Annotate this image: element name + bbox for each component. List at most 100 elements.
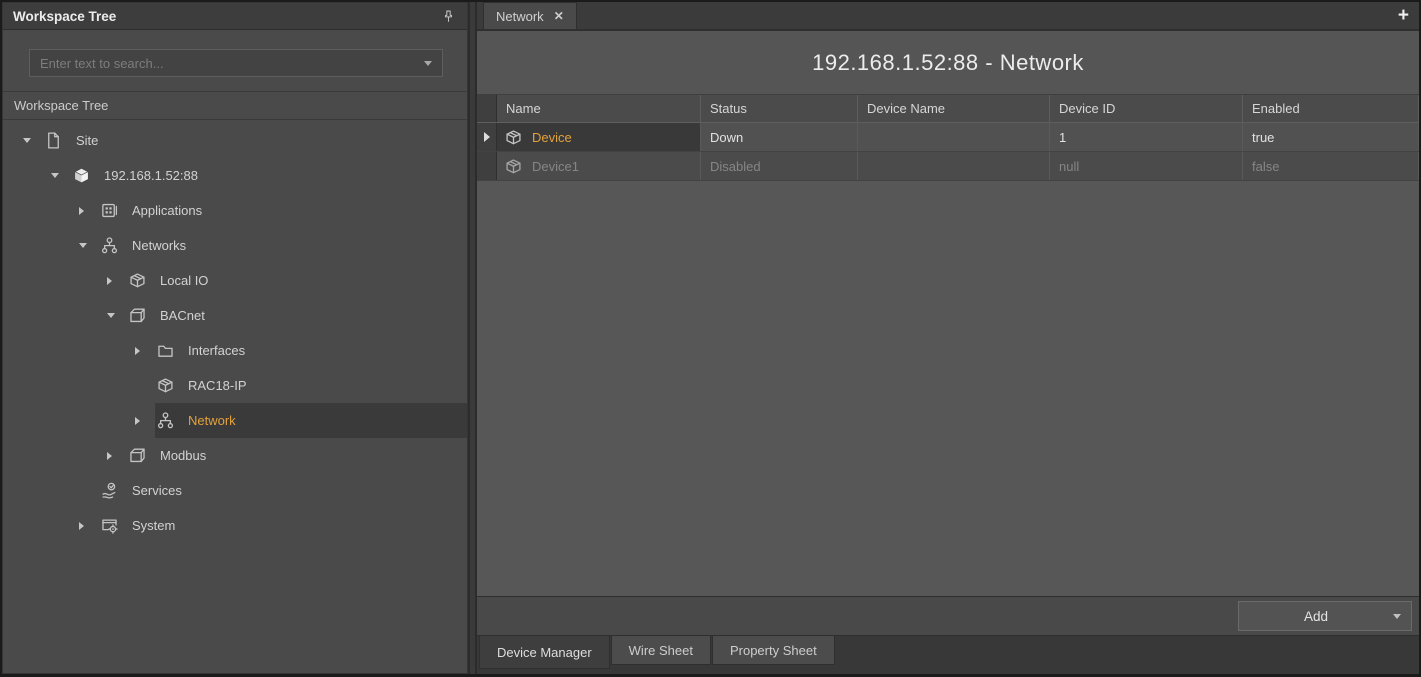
tree-item-bacnet[interactable]: BACnet: [3, 298, 467, 333]
close-icon[interactable]: ✕: [554, 10, 564, 22]
new-tab-button[interactable]: +: [1398, 6, 1409, 25]
tree-item-content[interactable]: Modbus: [127, 438, 467, 473]
view-tab-wire-sheet[interactable]: Wire Sheet: [611, 636, 711, 665]
system-icon: [99, 516, 119, 536]
expand-arrow-icon[interactable]: [101, 298, 127, 333]
add-button-label: Add: [1239, 609, 1393, 624]
device-icon: [155, 376, 175, 396]
tree-item-rac18-ip[interactable]: RAC18-IP: [3, 368, 467, 403]
view-tab-strip: Device ManagerWire SheetProperty Sheet: [477, 636, 1419, 674]
tree-item-label: Interfaces: [188, 343, 245, 358]
tree-item-content[interactable]: 192.168.1.52:88: [71, 158, 467, 193]
tree-item-label: RAC18-IP: [188, 378, 247, 393]
expand-arrow-icon[interactable]: [129, 333, 155, 368]
cell-device-name[interactable]: [858, 152, 1050, 180]
cell-device-id[interactable]: 1: [1050, 123, 1243, 151]
expand-arrow-icon[interactable]: [129, 403, 155, 438]
expand-arrow-icon[interactable]: [101, 438, 127, 473]
tree-item-content[interactable]: BACnet: [127, 298, 467, 333]
table-row-device[interactable]: Device Down 1true: [477, 123, 1419, 152]
network-icon: [99, 236, 119, 256]
tree-item-local-io[interactable]: Local IO: [3, 263, 467, 298]
workspace-tree-header: Workspace Tree: [3, 3, 467, 30]
current-row-indicator-icon: [477, 123, 497, 151]
expand-arrow-icon[interactable]: [73, 228, 99, 263]
search-input[interactable]: [40, 56, 424, 71]
tree-item-networks[interactable]: Networks: [3, 228, 467, 263]
tree-item-content[interactable]: Site: [43, 123, 467, 158]
document-icon: [43, 131, 63, 151]
search-box[interactable]: [29, 49, 443, 77]
folder-icon: [155, 341, 175, 361]
tree-item-content[interactable]: RAC18-IP: [155, 368, 467, 403]
cell-name[interactable]: Device1: [497, 152, 701, 180]
tree-item-192-168-1-52-88[interactable]: 192.168.1.52:88: [3, 158, 467, 193]
tree-item-content[interactable]: Interfaces: [155, 333, 467, 368]
tree-item-content[interactable]: System: [99, 508, 467, 543]
tree-item-site[interactable]: Site: [3, 123, 467, 158]
grid-action-bar: Add: [477, 597, 1419, 636]
expand-arrow-icon[interactable]: [101, 263, 127, 298]
tree-item-content[interactable]: Services: [99, 473, 467, 508]
column-header-device-id[interactable]: Device ID: [1050, 95, 1243, 122]
column-header-device-name[interactable]: Device Name: [858, 95, 1050, 122]
page-title: 192.168.1.52:88 - Network: [812, 50, 1084, 76]
applications-icon: [99, 201, 119, 221]
workspace-tree: Site 192.168.1.52:88ApplicationsNetworks L…: [3, 120, 467, 673]
tree-item-label: Local IO: [160, 273, 208, 288]
protocol-icon: [127, 446, 147, 466]
tree-item-content[interactable]: Networks: [99, 228, 467, 263]
cell-name[interactable]: Device: [497, 123, 701, 151]
chevron-down-icon[interactable]: [424, 61, 432, 66]
tree-item-content[interactable]: Applications: [99, 193, 467, 228]
no-expand-spacer: [73, 473, 99, 508]
tree-item-content[interactable]: Network: [155, 403, 467, 438]
tree-item-label: Services: [132, 483, 182, 498]
table-row-device1[interactable]: Device1Disabled nullfalse: [477, 152, 1419, 181]
tree-item-applications[interactable]: Applications: [3, 193, 467, 228]
tree-item-label: Modbus: [160, 448, 206, 463]
tree-item-modbus[interactable]: Modbus: [3, 438, 467, 473]
tab-network[interactable]: Network✕: [483, 2, 577, 29]
column-header-name[interactable]: Name: [497, 95, 701, 122]
no-expand-spacer: [129, 368, 155, 403]
cell-status[interactable]: Down: [701, 123, 858, 151]
cell-enabled[interactable]: false: [1243, 152, 1419, 180]
expand-arrow-icon[interactable]: [17, 123, 43, 158]
expand-arrow-icon[interactable]: [73, 508, 99, 543]
network-icon: [155, 411, 175, 431]
device-grid: NameStatusDevice NameDevice IDEnabled De…: [477, 94, 1419, 597]
tree-item-interfaces[interactable]: Interfaces: [3, 333, 467, 368]
view-tab-property-sheet[interactable]: Property Sheet: [712, 636, 835, 665]
device-name-label: Device: [532, 130, 572, 145]
cell-enabled[interactable]: true: [1243, 123, 1419, 151]
view-tab-device-manager[interactable]: Device Manager: [479, 636, 610, 669]
chevron-down-icon[interactable]: [1393, 614, 1401, 619]
search-area: [3, 30, 467, 91]
tree-item-label: Network: [188, 413, 236, 428]
expand-arrow-icon[interactable]: [73, 193, 99, 228]
workspace-tree-panel: Workspace Tree Workspace Tree Site 192.16…: [2, 2, 468, 674]
device-icon: [503, 156, 523, 176]
column-header-status[interactable]: Status: [701, 95, 858, 122]
document-tab-bar: Network✕ +: [477, 2, 1419, 31]
grid-empty-area[interactable]: [477, 181, 1419, 596]
cell-device-name[interactable]: [858, 123, 1050, 151]
tree-item-network[interactable]: Network: [3, 403, 467, 438]
tree-item-content[interactable]: Local IO: [127, 263, 467, 298]
pin-icon[interactable]: [439, 7, 457, 25]
column-header-enabled[interactable]: Enabled: [1243, 95, 1419, 122]
expand-arrow-icon[interactable]: [45, 158, 71, 193]
add-button[interactable]: Add: [1238, 601, 1412, 631]
tree-item-label: System: [132, 518, 175, 533]
cell-device-id[interactable]: null: [1050, 152, 1243, 180]
services-icon: [99, 481, 119, 501]
workspace-tree-section-label: Workspace Tree: [3, 91, 467, 120]
tree-item-label: Site: [76, 133, 98, 148]
panel-splitter[interactable]: [468, 2, 477, 674]
controller-icon: [71, 166, 91, 186]
device-icon: [127, 271, 147, 291]
tree-item-services[interactable]: Services: [3, 473, 467, 508]
cell-status[interactable]: Disabled: [701, 152, 858, 180]
tree-item-system[interactable]: System: [3, 508, 467, 543]
